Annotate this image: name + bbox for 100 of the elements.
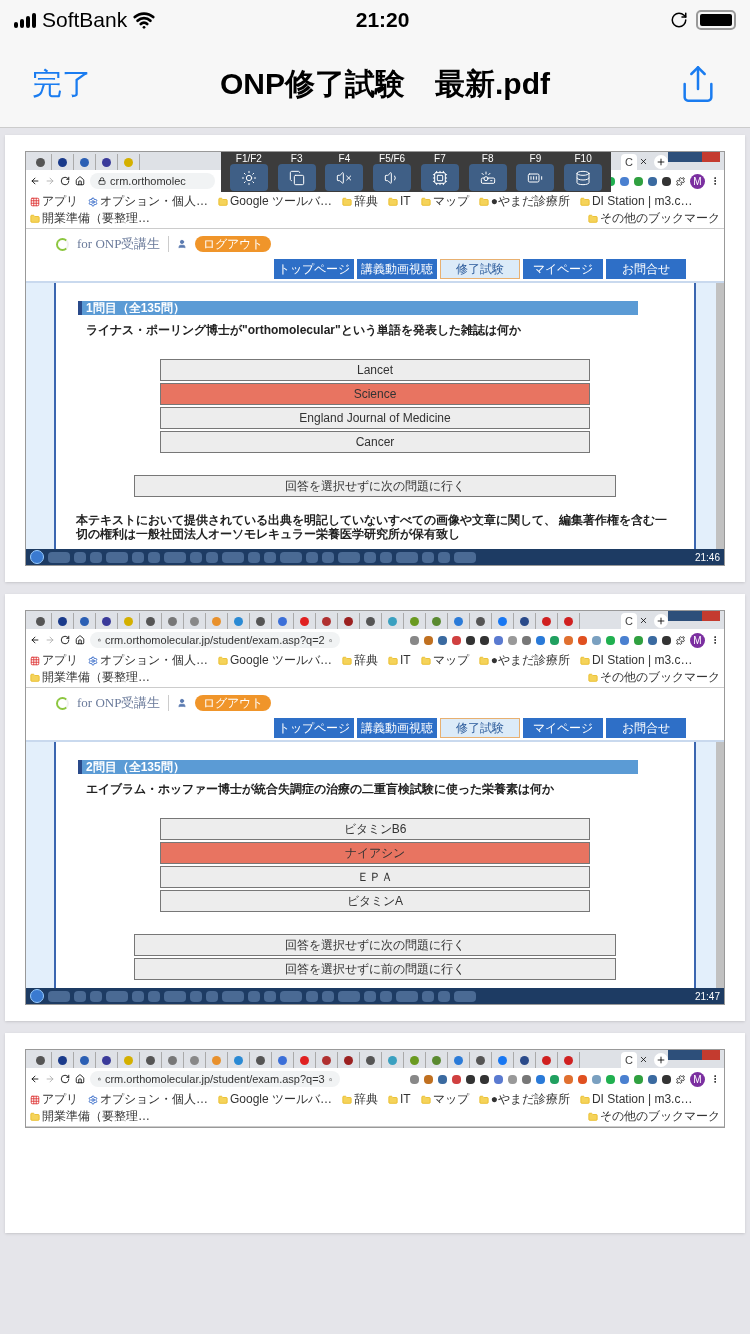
nav-tab[interactable]: お問合せ (606, 259, 686, 279)
puzzle-icon[interactable] (676, 635, 685, 645)
taskbar-app-icon[interactable] (206, 990, 218, 1002)
answer-option[interactable]: ビタミンA (160, 890, 590, 912)
skip-button[interactable]: 回答を選択せずに次の問題に行く (134, 475, 616, 497)
new-tab-button[interactable] (654, 614, 668, 628)
forward-icon[interactable] (45, 176, 55, 186)
bookmark[interactable]: オプション・個人… (88, 653, 208, 668)
close-icon[interactable] (639, 615, 648, 625)
puzzle-icon[interactable] (676, 176, 685, 186)
bookmark[interactable]: オプション・個人… (88, 1092, 208, 1107)
address-bar[interactable]: crm.orthomolecular.jp/student/exam.asp?q=2 (90, 632, 340, 648)
nav-tab[interactable]: マイページ (523, 718, 603, 738)
taskbar-app-icon[interactable] (74, 990, 86, 1002)
taskbar-app-icon[interactable] (280, 551, 302, 563)
bookmark[interactable]: その他のブックマーク (588, 211, 720, 226)
function-key-button[interactable] (373, 164, 412, 191)
bookmark[interactable]: ●やまだ診療所 (478, 653, 570, 668)
taskbar-app-icon[interactable] (364, 551, 376, 563)
bookmark[interactable]: マップ (420, 1092, 469, 1107)
taskbar-app-icon[interactable] (380, 990, 392, 1002)
address-bar[interactable]: crm.orthomolecular.jp/student/exam.asp?q=3 (90, 1071, 340, 1087)
answer-option[interactable]: Cancer (160, 431, 590, 453)
skip-button[interactable]: 回答を選択せずに次の問題に行く (134, 934, 616, 956)
taskbar-app-icon[interactable] (248, 990, 260, 1002)
bookmark[interactable]: 辞典 (342, 1092, 379, 1107)
home-icon[interactable] (75, 635, 85, 645)
bookmark[interactable]: DI Station | m3.c… (579, 1092, 693, 1107)
nav-tab[interactable]: マイページ (523, 259, 603, 279)
taskbar-app-icon[interactable] (222, 990, 244, 1002)
taskbar-app-icon[interactable] (422, 990, 434, 1002)
bookmark[interactable]: DI Station | m3.c… (579, 194, 693, 209)
taskbar-app-icon[interactable] (280, 990, 302, 1002)
bookmark[interactable]: DI Station | m3.c… (579, 653, 693, 668)
answer-option[interactable]: ナイアシン (160, 842, 590, 864)
bookmark[interactable]: Google ツールバ… (218, 653, 333, 668)
bookmark[interactable]: アプリ (30, 194, 78, 209)
done-button[interactable]: 完了 (32, 61, 92, 106)
answer-option[interactable]: Science (160, 383, 590, 405)
bookmark[interactable]: 開業準備（要整理… (30, 1109, 150, 1124)
reload-icon[interactable] (60, 1074, 70, 1084)
taskbar-app-icon[interactable] (148, 551, 160, 563)
nav-tab[interactable]: 修了試験 (440, 718, 520, 738)
nav-tab[interactable]: お問合せ (606, 718, 686, 738)
taskbar-app-icon[interactable] (74, 551, 86, 563)
taskbar-app-icon[interactable] (306, 551, 318, 563)
taskbar-app-icon[interactable] (396, 551, 418, 563)
forward-icon[interactable] (45, 635, 55, 645)
home-icon[interactable] (75, 1074, 85, 1084)
taskbar-app-icon[interactable] (132, 551, 144, 563)
bookmark[interactable]: ●やまだ診療所 (478, 194, 570, 209)
taskbar-app-icon[interactable] (164, 990, 186, 1002)
new-tab-button[interactable] (654, 1053, 668, 1067)
taskbar-app-icon[interactable] (454, 551, 476, 563)
address-bar[interactable]: crm.orthomolec (90, 173, 215, 189)
taskbar-app-icon[interactable] (248, 551, 260, 563)
bookmark[interactable]: アプリ (30, 653, 78, 668)
nav-tab[interactable]: トップページ (274, 259, 354, 279)
start-button[interactable] (30, 989, 44, 1003)
taskbar-app-icon[interactable] (90, 551, 102, 563)
taskbar-app-icon[interactable] (132, 990, 144, 1002)
answer-option[interactable]: ビタミンB6 (160, 818, 590, 840)
taskbar-app-icon[interactable] (148, 990, 160, 1002)
answer-option[interactable]: ＥＰＡ (160, 866, 590, 888)
close-icon[interactable] (639, 156, 648, 166)
nav-tab[interactable]: 修了試験 (440, 259, 520, 279)
profile-avatar[interactable]: M (690, 632, 705, 648)
new-tab-button[interactable] (654, 155, 668, 169)
bookmark[interactable]: Google ツールバ… (218, 194, 333, 209)
function-key-button[interactable] (468, 164, 507, 191)
taskbar-app-icon[interactable] (338, 551, 360, 563)
taskbar-app-icon[interactable] (438, 990, 450, 1002)
taskbar-app-icon[interactable] (190, 990, 202, 1002)
taskbar-app-icon[interactable] (306, 990, 318, 1002)
taskbar-app-icon[interactable] (380, 551, 392, 563)
bookmark[interactable]: IT (388, 1092, 411, 1107)
taskbar-app-icon[interactable] (264, 990, 276, 1002)
bookmark[interactable]: オプション・個人… (88, 194, 208, 209)
profile-avatar[interactable]: M (690, 173, 705, 189)
back-icon[interactable] (30, 635, 40, 645)
nav-tab[interactable]: トップページ (274, 718, 354, 738)
bookmark[interactable]: その他のブックマーク (588, 1109, 720, 1124)
bookmark[interactable]: IT (388, 653, 411, 668)
bookmark[interactable]: 辞典 (342, 653, 379, 668)
taskbar-app-icon[interactable] (106, 551, 128, 563)
taskbar-app-icon[interactable] (222, 551, 244, 563)
scrollbar[interactable] (716, 283, 724, 549)
bookmark[interactable]: その他のブックマーク (588, 670, 720, 685)
taskbar-app-icon[interactable] (422, 551, 434, 563)
reload-icon[interactable] (60, 176, 70, 186)
bookmark[interactable]: アプリ (30, 1092, 78, 1107)
scrollbar[interactable] (716, 742, 724, 988)
bookmark[interactable]: Google ツールバ… (218, 1092, 333, 1107)
function-key-button[interactable] (564, 164, 603, 191)
skip-button[interactable]: 回答を選択せずに前の問題に行く (134, 958, 616, 980)
back-icon[interactable] (30, 1074, 40, 1084)
bookmark[interactable]: 開業準備（要整理… (30, 670, 150, 685)
taskbar-app-icon[interactable] (322, 990, 334, 1002)
close-icon[interactable] (639, 1054, 648, 1064)
function-key-button[interactable] (229, 164, 268, 191)
